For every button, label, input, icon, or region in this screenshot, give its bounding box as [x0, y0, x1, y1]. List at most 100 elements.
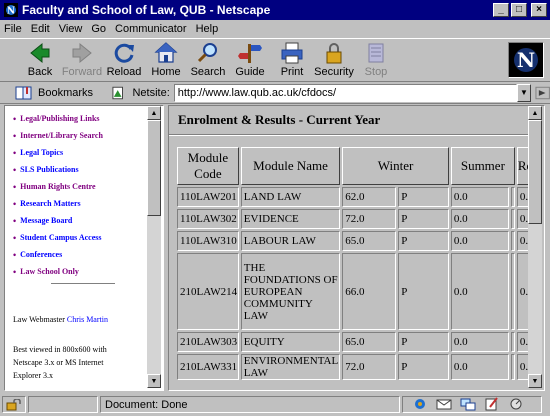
- nav-item-student-campus-access[interactable]: • Student Campus Access: [13, 229, 103, 246]
- svg-text:N: N: [7, 7, 15, 17]
- winter-grade-cell: P: [398, 187, 449, 207]
- title-divider: [169, 134, 532, 136]
- summer-grade-cell: [510, 209, 515, 229]
- nav-link[interactable]: Student Campus Access: [20, 233, 101, 242]
- nav-item-human-rights-centre[interactable]: • Human Rights Centre: [13, 178, 103, 195]
- forward-button[interactable]: Forward: [60, 41, 104, 81]
- stop-icon: [368, 43, 384, 63]
- bullet-icon: •: [13, 232, 17, 243]
- nav-item-conferences[interactable]: • Conferences: [13, 246, 103, 263]
- bookmarks-label: Bookmarks: [38, 86, 94, 99]
- url-history-dropdown[interactable]: ▼: [517, 83, 531, 102]
- navigator-component-icon[interactable]: [412, 397, 428, 411]
- page-proxy-icon[interactable]: [111, 85, 124, 101]
- print-label: Print: [280, 66, 304, 78]
- conference-component-icon[interactable]: [508, 397, 524, 411]
- nav-item-internet-library-search[interactable]: • Internet/Library Search: [13, 127, 103, 144]
- nav-link[interactable]: Human Rights Centre: [20, 182, 95, 191]
- guide-icon: [238, 44, 262, 63]
- scroll-thumb[interactable]: [147, 120, 161, 216]
- nav-item-sls-publications[interactable]: • SLS Publications: [13, 161, 103, 178]
- nav-frame-scrollbar[interactable]: ▲ ▼: [147, 106, 161, 388]
- nav-link[interactable]: Internet/Library Search: [20, 131, 103, 140]
- bullet-icon: •: [13, 164, 17, 175]
- security-status-panel[interactable]: [2, 396, 26, 413]
- scroll-down-button[interactable]: ▼: [528, 374, 542, 388]
- netscape-throbber-logo[interactable]: N: [508, 42, 544, 78]
- content-frame-scrollbar[interactable]: ▲ ▼: [528, 106, 542, 388]
- back-button[interactable]: Back: [18, 41, 62, 81]
- nav-link[interactable]: SLS Publications: [20, 165, 78, 174]
- winter-grade-cell: P: [398, 231, 449, 251]
- netsite-label: Netsite:: [132, 86, 170, 99]
- module-code-cell: 210LAW303: [177, 332, 239, 352]
- scroll-thumb[interactable]: [528, 120, 542, 224]
- home-button[interactable]: Home: [144, 41, 188, 81]
- menu-go[interactable]: Go: [91, 23, 106, 35]
- status-text-panel: Document: Done: [100, 396, 400, 413]
- summer-mark-cell: 0.0: [450, 332, 509, 352]
- table-row: 110LAW201 LAND LAW 62.0 P 0.0 0.0: [177, 187, 542, 207]
- page-title: Enrolment & Results - Current Year: [178, 112, 381, 127]
- maximize-button[interactable]: □: [511, 3, 527, 17]
- search-icon: [197, 43, 217, 63]
- menu-bar: File Edit View Go Communicator Help: [0, 20, 550, 38]
- winter-mark-cell: 65.0: [342, 332, 397, 352]
- scroll-down-button[interactable]: ▼: [147, 374, 161, 388]
- reload-button[interactable]: Reload: [102, 41, 146, 81]
- results-table: Module Code Module Name Winter Summer Re…: [175, 145, 544, 382]
- back-arrow-icon: [30, 42, 50, 64]
- search-button[interactable]: Search: [186, 41, 230, 81]
- composer-component-icon[interactable]: [484, 397, 500, 411]
- security-button[interactable]: Security: [312, 41, 356, 81]
- home-label: Home: [151, 66, 181, 78]
- nav-item-message-board[interactable]: • Message Board: [13, 212, 103, 229]
- navigation-frame: • Legal/Publishing Links • Internet/Librar…: [4, 105, 164, 391]
- module-name-cell: ENVIRONMENTAL LAW: [240, 354, 341, 380]
- nav-link[interactable]: Law School Only: [20, 267, 79, 276]
- scroll-up-button[interactable]: ▲: [528, 106, 542, 120]
- nav-item-law-school-only[interactable]: • Law School Only: [13, 263, 103, 280]
- title-bar[interactable]: N Faculty and School of Law, QUB - Netsc…: [0, 0, 550, 20]
- newsgroups-component-icon[interactable]: [460, 397, 476, 411]
- nav-link[interactable]: Research Matters: [20, 199, 81, 208]
- url-field[interactable]: [173, 83, 518, 102]
- winter-grade-cell: P: [398, 253, 449, 330]
- summer-grade-cell: [510, 231, 515, 251]
- webmaster-link[interactable]: Chris Martin: [67, 315, 108, 324]
- nav-link[interactable]: Conferences: [20, 250, 62, 259]
- netscape-app-icon: N: [4, 3, 18, 17]
- menu-help[interactable]: Help: [196, 23, 219, 35]
- close-button[interactable]: ×: [531, 3, 547, 17]
- stop-button[interactable]: Stop: [354, 41, 398, 81]
- nav-item-legal-topics[interactable]: • Legal Topics: [13, 144, 103, 161]
- minimize-button[interactable]: _: [493, 3, 509, 17]
- table-row: 210LAW303 EQUITY 65.0 P 0.0 0.0: [177, 332, 542, 352]
- security-lock-icon: [326, 43, 342, 64]
- module-code-cell: 110LAW201: [177, 187, 239, 207]
- mail-component-icon[interactable]: [436, 397, 452, 411]
- menu-view[interactable]: View: [59, 23, 83, 35]
- scroll-up-button[interactable]: ▲: [147, 106, 161, 120]
- webmaster-line: Law Webmaster Chris Martin: [13, 315, 108, 324]
- guide-button[interactable]: Guide: [228, 41, 272, 81]
- summer-grade-cell: [510, 187, 515, 207]
- print-button[interactable]: Print: [270, 41, 314, 81]
- svg-text:N: N: [517, 48, 535, 72]
- menu-file[interactable]: File: [4, 23, 22, 35]
- nav-item-legal-publishing-links[interactable]: • Legal/Publishing Links: [13, 110, 103, 127]
- progress-panel: [28, 396, 98, 413]
- nav-link[interactable]: Legal Topics: [20, 148, 63, 157]
- bookmarks-button[interactable]: Bookmarks: [14, 85, 93, 101]
- menu-communicator[interactable]: Communicator: [115, 23, 187, 35]
- nav-link[interactable]: Message Board: [20, 216, 72, 225]
- table-header-row: Module Code Module Name Winter Summer Re…: [177, 147, 542, 185]
- winter-mark-cell: 66.0: [342, 253, 397, 330]
- whats-related-icon[interactable]: [535, 85, 550, 101]
- menu-edit[interactable]: Edit: [31, 23, 50, 35]
- webmaster-prefix: Law Webmaster: [13, 315, 65, 324]
- nav-item-research-matters[interactable]: • Research Matters: [13, 195, 103, 212]
- summer-mark-cell: 0.0: [450, 209, 509, 229]
- nav-link[interactable]: Legal/Publishing Links: [20, 114, 99, 123]
- table-row: 110LAW310 LABOUR LAW 65.0 P 0.0 0.0: [177, 231, 542, 251]
